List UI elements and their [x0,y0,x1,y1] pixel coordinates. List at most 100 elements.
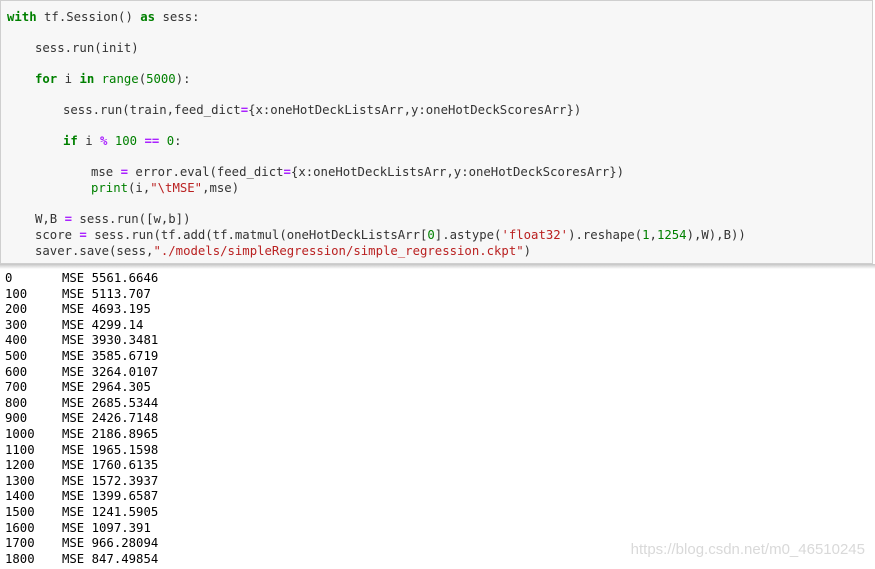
code-line-saver: saver.save(sess,"./models/simpleRegressi… [35,244,531,259]
wb-var: W,B [35,212,65,226]
output-step: 1100 [5,442,35,457]
if-var: i [77,134,101,148]
output-row: 500 MSE 3585.6719 [5,349,158,365]
output-row: 800 MSE 2685.5344 [5,396,158,412]
output-step: 1300 [5,473,35,488]
code-line-mse: mse = error.eval(feed_dict={x:oneHotDeck… [91,165,624,180]
output-row: 100 MSE 5113.707 [5,287,151,303]
output-row: 1800 MSE 847.49854 [5,552,158,568]
output-step: 0 [5,271,13,285]
code-line-for: for i in range(5000): [35,72,191,86]
output-row: 1000 MSE 2186.8965 [5,427,158,443]
mod-op: % [100,134,108,148]
output-row: 400 MSE 3930.3481 [5,333,158,349]
keyword-for: for [35,72,58,86]
loop-var: i [57,72,80,86]
output-step: 200 [5,302,28,317]
score-index: 0 [427,228,435,242]
output-row: 700 MSE 2964.305 [5,380,151,396]
number-hundred: 100 [114,134,138,148]
output-label: MSE [62,551,85,566]
output-label: MSE [62,286,85,301]
output-step: 400 [5,333,28,348]
output-label: MSE [62,505,85,519]
output-step: 1700 [5,536,35,551]
equals-op: = [283,165,291,179]
assign-op: = [120,165,129,179]
output-value: 3264.0107 [91,364,159,379]
output-step: 1000 [5,427,35,441]
output-row: 1200 MSE 1760.6135 [5,458,158,474]
output-step: 1400 [5,489,35,504]
score-astype: ].astype( [434,228,502,242]
wb-run: sess.run([w,b]) [72,212,191,226]
output-value: 1760.6135 [91,458,159,473]
output-step: 100 [5,286,28,301]
code-line-if: if i % 100 == 0: [63,134,182,148]
output-value: 1965.1598 [91,442,159,457]
watermark: https://blog.csdn.net/m0_46510245 [630,541,865,558]
code-line-wb: W,B = sess.run([w,b]) [35,212,191,227]
output-value: 3585.6719 [91,349,159,363]
output-row: 1500 MSE 1241.5905 [5,505,158,521]
output-value: 847.49854 [91,551,159,566]
score-dim-1254: 1254 [656,228,687,242]
output-step: 1200 [5,458,35,473]
train-call: sess.run(train,feed_dict [63,103,241,117]
keyword-in: in [79,72,95,86]
output-label: MSE [62,411,85,426]
output-step: 1800 [5,551,35,566]
output-step: 1500 [5,505,35,519]
equality-op: == [144,134,160,148]
print-string: "\tMSE" [150,181,203,195]
score-comma: , [649,228,657,242]
output-step: 500 [5,349,28,363]
code-line-score: score = sess.run(tf.add(tf.matmul(oneHot… [35,228,746,243]
output-label: MSE [62,395,85,410]
output-row: 900 MSE 2426.7148 [5,411,158,427]
score-var: score [35,228,80,242]
mse-var: mse [91,165,121,179]
code-line-run-init: sess.run(init) [35,41,139,55]
print-args: (i, [128,181,151,195]
output-row: 1300 MSE 1572.3937 [5,474,158,490]
output-label: MSE [62,473,85,488]
output-step: 900 [5,411,28,426]
keyword-if: if [63,134,78,148]
output-step: 300 [5,317,28,332]
output-value: 4693.195 [91,302,151,317]
output-label: MSE [62,442,85,457]
output-label: MSE [62,489,85,504]
output-step: 600 [5,364,28,379]
output-value: 4299.14 [91,317,144,332]
output-row: 1700 MSE 966.28094 [5,536,158,552]
print-args-end: ,mse) [202,181,240,195]
saver-path-string: "./models/simpleRegression/simple_regres… [153,244,524,258]
score-dtype-string: 'float32' [501,228,569,242]
sess-name: sess: [155,10,200,24]
output-value: 2426.7148 [91,411,159,426]
output-value: 5561.6646 [91,271,159,285]
assign-op: = [79,228,87,242]
session-call: tf.Session() [36,10,141,24]
print-builtin: print [91,181,129,195]
score-call: sess.run(tf.add(tf.matmul(oneHotDeckList… [86,228,428,242]
output-label: MSE [62,536,85,551]
score-reshape: ).reshape( [568,228,643,242]
output-row: 0 MSE 5561.6646 [5,271,158,287]
code-line-train: sess.run(train,feed_dict={x:oneHotDeckLi… [63,103,581,118]
output-label: MSE [62,520,85,535]
output-value: 2685.5344 [91,395,159,410]
output-label: MSE [62,458,85,473]
output-step: 800 [5,395,28,410]
score-dim-one: 1 [642,228,650,242]
output-label: MSE [62,333,85,348]
equals-op: = [240,103,249,117]
assign-op: = [64,212,73,226]
output-row: 600 MSE 3264.0107 [5,365,158,381]
code-cell-input[interactable]: with tf.Session() as sess: sess.run(init… [0,0,873,264]
cell-separator [0,264,875,269]
output-value: 5113.707 [91,286,151,301]
output-row: 1100 MSE 1965.1598 [5,443,158,459]
output-value: 2964.305 [91,380,151,395]
